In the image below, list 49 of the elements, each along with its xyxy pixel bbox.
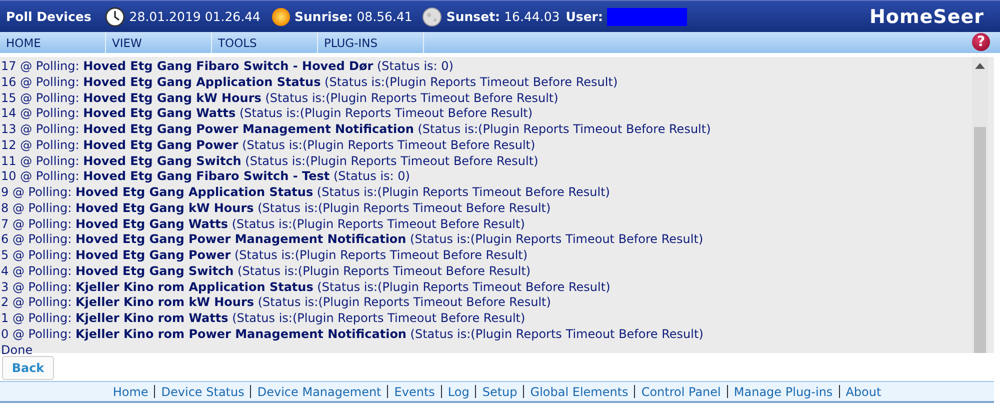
- menu-item[interactable]: HOME: [0, 32, 106, 53]
- back-button[interactable]: Back: [2, 356, 54, 380]
- moon-icon: [422, 6, 442, 26]
- footer-link[interactable]: Log: [448, 384, 470, 398]
- sunrise-time: 08.56.41: [356, 9, 412, 24]
- footer-link[interactable]: Events: [394, 384, 435, 398]
- menu-item[interactable]: VIEW: [106, 32, 212, 53]
- log-line: 5 @ Polling: Hoved Etg Gang Power (Status is:(Plugin Reports Timeout Before Result): [1, 248, 529, 264]
- help-icon[interactable]: ?: [972, 33, 990, 51]
- date-time: 28.01.2019 01.26.44: [129, 9, 261, 24]
- log-line: 0 @ Polling: Kjeller Kino rom Power Management Notification (Status is:(Plugin Reports Timeout Before Result): [1, 326, 704, 342]
- log-line: 12 @ Polling: Hoved Etg Gang Power (Status is:(Plugin Reports Timeout Before Result): [1, 138, 536, 154]
- menu-item[interactable]: TOOLS: [212, 32, 318, 53]
- scroll-up-icon[interactable]: [975, 63, 985, 69]
- user-label: User:: [566, 9, 603, 24]
- clock-icon: [105, 6, 126, 26]
- sunset-label: Sunset:: [446, 9, 500, 24]
- log-line: 14 @ Polling: Hoved Etg Gang Watts (Status is:(Plugin Reports Timeout Before Result): [1, 106, 534, 122]
- log-line: 7 @ Polling: Hoved Etg Gang Watts (Status is:(Plugin Reports Timeout Before Result): [1, 216, 526, 232]
- log-line: 17 @ Polling: Hoved Etg Gang Fibaro Switch - Hoved Dør (Status is: 0): [1, 59, 454, 75]
- footer-link[interactable]: Manage Plug-ins: [734, 384, 833, 398]
- footer-link[interactable]: Device Management: [257, 384, 382, 398]
- scrollbar[interactable]: [972, 57, 988, 353]
- footer-link[interactable]: Setup: [482, 384, 518, 398]
- sunset-time: 16.44.03: [504, 9, 560, 24]
- sunrise-label: Sunrise:: [294, 9, 353, 24]
- log-line: 11 @ Polling: Hoved Etg Gang Switch (Status is:(Plugin Reports Timeout Before Result): [1, 154, 540, 170]
- footer-link[interactable]: Device Status: [161, 384, 244, 398]
- logo: HomeSeer: [870, 6, 984, 28]
- log-line: Done: [1, 342, 34, 358]
- page-title: Poll Devices: [6, 9, 92, 24]
- footer-link[interactable]: Control Panel: [641, 384, 721, 398]
- log-line: 4 @ Polling: Hoved Etg Gang Switch (Status is:(Plugin Reports Timeout Before Result): [1, 264, 532, 280]
- log-line: 13 @ Polling: Hoved Etg Gang Power Management Notification (Status is:(Plugin Reports Timeout Before Result): [1, 122, 712, 138]
- sun-icon: [270, 6, 291, 26]
- log-line: 2 @ Polling: Kjeller Kino rom kW Hours (Status is:(Plugin Reports Timeout Before Result): [1, 295, 552, 311]
- log-line: 10 @ Polling: Hoved Etg Gang Fibaro Switch - Test (Status is: 0): [1, 169, 411, 185]
- footer-link[interactable]: Home: [112, 384, 148, 398]
- log-line: 16 @ Polling: Hoved Etg Gang Application Status (Status is:(Plugin Reports Timeout Before Result): [1, 74, 619, 90]
- log-line: 3 @ Polling: Kjeller Kino rom Application Status (Status is:(Plugin Reports Timeout Before Result): [1, 280, 612, 296]
- log-line: 6 @ Polling: Hoved Etg Gang Power Management Notification (Status is:(Plugin Reports Timeout Before Result): [1, 232, 704, 248]
- log-line: 8 @ Polling: Hoved Etg Gang kW Hours (Status is:(Plugin Reports Timeout Before Result): [1, 200, 552, 216]
- scroll-thumb[interactable]: [974, 126, 986, 353]
- footer-link[interactable]: Global Elements: [530, 384, 628, 398]
- log-line: 15 @ Polling: Hoved Etg Gang kW Hours (Status is:(Plugin Reports Timeout Before Result): [1, 90, 560, 106]
- footer-link[interactable]: About: [846, 384, 882, 398]
- menu-item[interactable]: PLUG-INS: [318, 32, 424, 53]
- log-line: 1 @ Polling: Kjeller Kino rom Watts (Status is:(Plugin Reports Timeout Before Result): [1, 311, 526, 327]
- log-line: 9 @ Polling: Hoved Etg Gang Application Status (Status is:(Plugin Reports Timeout Before Result): [1, 185, 611, 201]
